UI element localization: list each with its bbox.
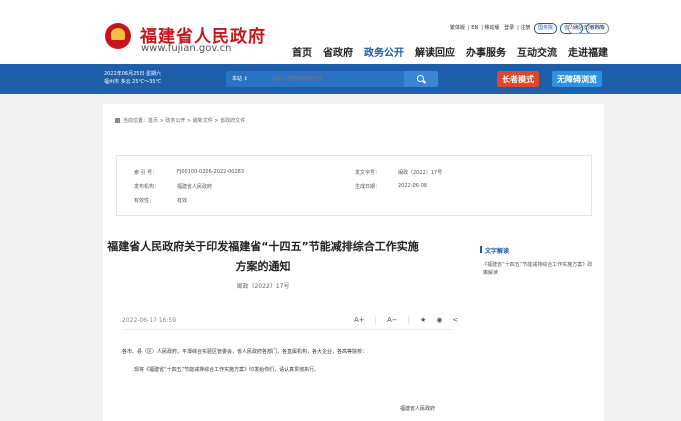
- search-input[interactable]: [272, 74, 402, 84]
- issuer-value: 福建省人民政府: [177, 184, 213, 190]
- divider: [122, 329, 452, 330]
- title-line-2: 方案的通知: [235, 260, 291, 273]
- search-icon[interactable]: [404, 71, 438, 87]
- site-url: www.fujian.gov.cn: [141, 43, 232, 54]
- main-nav: 首页 省政府 政务公开 解读回应 办事服务 互动交流 走进福建: [292, 44, 608, 59]
- link-register[interactable]: 注册: [520, 25, 530, 31]
- accessible-mode-button[interactable]: 无障碍浏览: [552, 71, 602, 87]
- link-login[interactable]: 登录: [504, 25, 514, 31]
- link-mobile[interactable]: 移动版: [484, 25, 499, 31]
- breadcrumb: 当前位置：首页 > 政务公开 > 最新文件 > 省政府文件: [115, 117, 245, 124]
- docno-label: 发文字号：: [355, 170, 381, 176]
- index-label: 索 引 号：: [134, 170, 158, 176]
- site-header: 福建省人民政府 www.fujian.gov.cn 国务院 省人大 省政协 繁体…: [0, 0, 681, 64]
- content-page: 当前位置：首页 > 政务公开 > 最新文件 > 省政府文件 索 引 号： FJ0…: [103, 104, 604, 421]
- nav-interpretation[interactable]: 解读回应: [415, 44, 455, 59]
- nav-about-fujian[interactable]: 走进福建: [568, 44, 608, 59]
- body-paragraph-1: 各市、县（区）人民政府，平潭综合实验区管委会，省人民政府各部门，各直属机构，各大…: [122, 349, 368, 355]
- favorite-icon[interactable]: ★: [420, 316, 426, 324]
- created-label: 生成日期：: [355, 184, 381, 190]
- validity-value: 有效: [177, 198, 188, 204]
- search-box: 本站 ⇕: [226, 71, 438, 87]
- share-icon[interactable]: <: [452, 316, 458, 324]
- home-icon: [115, 118, 120, 123]
- link-traditional[interactable]: 繁体版: [450, 25, 465, 31]
- date-weather: 2022年06月25日 星期六 福州市 多云 25℃～35℃: [104, 70, 161, 86]
- elder-mode-button[interactable]: 长者模式: [497, 71, 539, 87]
- nav-open-affairs[interactable]: 政务公开: [364, 44, 404, 59]
- created-value: 2022-06-08: [398, 183, 428, 189]
- document-number: 闽政〔2022〕17号: [236, 283, 290, 290]
- utility-links: 繁体版 | EN | 移动版 登录 | 注册: [450, 25, 531, 31]
- sidebar-title: 文字解读: [479, 246, 510, 255]
- link-english[interactable]: EN: [471, 25, 478, 31]
- link-state-council[interactable]: 国务院: [533, 23, 557, 34]
- issuer-label: 发布机构：: [134, 184, 160, 190]
- wechat-icon[interactable]: ◉: [436, 316, 442, 324]
- search-scope-select[interactable]: 本站 ⇕: [232, 75, 248, 82]
- article-tools: A+ | A− | ★ ◉ <: [354, 316, 459, 324]
- national-emblem-icon: [105, 23, 131, 49]
- current-date: 2022年06月25日 星期六: [104, 71, 162, 77]
- signer: 福建省人民政府: [400, 406, 436, 412]
- docno-value: 闽政〔2022〕17号: [398, 170, 443, 176]
- breadcrumb-text[interactable]: 当前位置：首页 > 政务公开 > 最新文件 > 省政府文件: [123, 118, 245, 124]
- font-increase-button[interactable]: A+: [354, 316, 365, 324]
- ipv6-badge[interactable]: 网站支持IPV6: [568, 23, 610, 34]
- nav-home[interactable]: 首页: [292, 44, 312, 59]
- nav-services[interactable]: 办事服务: [466, 44, 506, 59]
- publish-date: 2022-06-17 16:59: [122, 317, 177, 324]
- body-paragraph-2: 现将《福建省“十四五”节能减排综合工作实施方案》印发给你们，请认真贯彻执行。: [134, 367, 320, 373]
- validity-label: 有效性：: [134, 198, 155, 204]
- index-value: FJ00100-0206-2022-00283: [177, 169, 245, 175]
- nav-interaction[interactable]: 互动交流: [517, 44, 557, 59]
- title-line-1: 福建省人民政府关于印发福建省“十四五”节能减排综合工作实施: [107, 240, 419, 253]
- document-title: 福建省人民政府关于印发福建省“十四五”节能减排综合工作实施 方案的通知: [103, 237, 423, 277]
- font-decrease-button[interactable]: A−: [387, 316, 398, 324]
- nav-government[interactable]: 省政府: [323, 44, 353, 59]
- document-meta: 索 引 号： FJ00100-0206-2022-00283 发布机构： 福建省…: [116, 155, 592, 216]
- weather: 福州市 多云 25℃～35℃: [104, 79, 162, 85]
- interpretation-link[interactable]: ·《福建省“十四五”节能减排综合工作实施方案》政策解读: [483, 261, 593, 277]
